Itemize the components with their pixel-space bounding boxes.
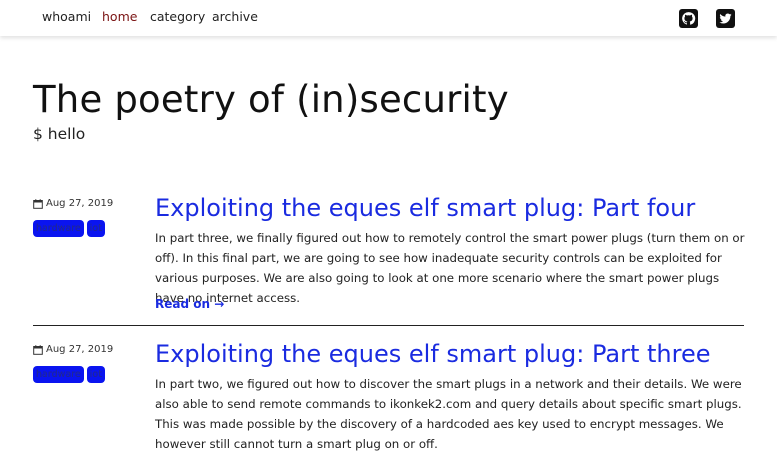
twitter-icon-glyph (719, 13, 732, 24)
github-icon-glyph (682, 12, 696, 25)
calendar-icon (33, 344, 43, 355)
post-excerpt: In part two, we figured out how to disco… (155, 377, 742, 451)
post-date-text: Aug 27, 2019 (46, 198, 114, 209)
post-date-text: Aug 27, 2019 (46, 344, 114, 355)
site-title: The poetry of (in)security (33, 78, 509, 121)
post-tags: hardware iot (33, 220, 105, 237)
tag-iot[interactable]: iot (86, 220, 105, 237)
post-date: Aug 27, 2019 (33, 344, 113, 355)
github-icon[interactable] (679, 9, 698, 28)
twitter-icon[interactable] (716, 9, 735, 28)
post-excerpt: In part three, we finally figured out ho… (155, 231, 745, 305)
post-date: Aug 27, 2019 (33, 198, 113, 209)
tag-iot[interactable]: iot (86, 366, 105, 383)
tag-label: iot (89, 369, 102, 380)
post-title-link[interactable]: Exploiting the eques elf smart plug: Par… (155, 340, 710, 368)
read-on-link[interactable]: Read on → (155, 297, 224, 311)
calendar-icon (33, 198, 43, 209)
tag-hardware[interactable]: hardware (33, 220, 84, 237)
tag-hardware[interactable]: hardware (33, 366, 84, 383)
nav-category[interactable]: category (150, 9, 205, 24)
tag-label: hardware (36, 223, 81, 234)
nav-whoami[interactable]: whoami (42, 9, 91, 24)
nav-archive[interactable]: archive (212, 9, 258, 24)
top-navbar: whoami home category archive (0, 0, 777, 36)
tag-label: iot (89, 223, 102, 234)
post-divider (33, 325, 744, 326)
nav-home[interactable]: home (102, 9, 137, 24)
site-subtitle: $ hello (33, 125, 86, 143)
tag-label: hardware (36, 369, 81, 380)
post-title-link[interactable]: Exploiting the eques elf smart plug: Par… (155, 194, 695, 222)
post-tags: hardware iot (33, 366, 105, 383)
